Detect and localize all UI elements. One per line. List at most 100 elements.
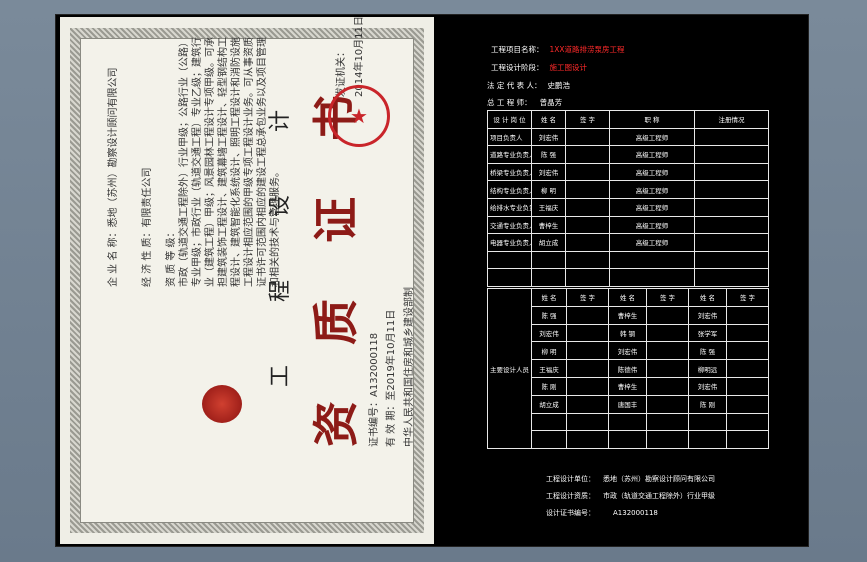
roles-empty-row	[487, 268, 769, 287]
staff-name: 刘宏伟	[688, 305, 727, 325]
signature-cell	[646, 323, 689, 343]
signature-cell	[566, 359, 609, 378]
empty-cell	[566, 430, 609, 450]
empty-cell	[609, 268, 695, 287]
roles-header-cell: 姓 名	[531, 110, 566, 129]
role-title: 高级工程师	[609, 233, 695, 252]
role-name: 陈 强	[531, 145, 566, 164]
roles-row: 交通专业负责人 曹梓生 高级工程师	[487, 215, 769, 235]
signature-cell	[566, 305, 609, 325]
roles-row: 道路专业负责人陈 强 高级工程师	[487, 145, 769, 164]
staff-header-cell: 姓 名	[688, 288, 727, 307]
roles-row: 给排水专业负责人王福庆 高级工程师	[487, 197, 769, 217]
staff-name: 柳明远	[688, 359, 727, 378]
cert-grade-label: 资 质 等 级：	[166, 227, 177, 287]
national-emblem-icon	[202, 385, 242, 423]
cert-valid: 有 效 期：至2019年10月11日	[386, 309, 397, 447]
role-role: 项目负责人	[487, 127, 532, 147]
official-seal: ★	[328, 85, 390, 147]
signature-cell	[726, 394, 769, 414]
staff-name: 曹梓生	[608, 376, 647, 396]
signature-cell	[726, 359, 769, 378]
role-role: 交通专业负责人	[487, 215, 532, 235]
signature-cell	[726, 305, 769, 325]
empty-cell	[694, 180, 769, 199]
empty-cell	[688, 430, 727, 450]
empty-cell	[726, 412, 769, 432]
empty-cell	[565, 180, 610, 199]
footer-unit: 工程设计单位： 悉地（苏州）勘察设计顾问有限公司	[546, 475, 715, 483]
role-title: 高级工程师	[609, 197, 695, 217]
empty-cell	[566, 412, 609, 432]
roles-header-cell: 设 计 岗 位	[487, 110, 532, 129]
signature-cell	[726, 323, 769, 343]
staff-header-row: 主要设计人员姓 名签 字姓 名签 字姓 名签 字	[487, 287, 769, 450]
staff-name: 刘宏伟	[688, 376, 727, 396]
empty-cell	[694, 145, 769, 164]
signature-cell	[646, 376, 689, 396]
staff-name: 柳 明	[531, 341, 567, 361]
roles-header-row: 设 计 岗 位姓 名签 字职 称注册情况	[487, 110, 769, 129]
staff-name: 王福庆	[531, 359, 567, 378]
staff-name: 陈 强	[531, 305, 567, 325]
staff-name: 曹梓生	[608, 305, 647, 325]
signature-cell	[726, 376, 769, 396]
chief-engineer: 总 工 程 师： 曾晶芳	[487, 98, 563, 107]
signature-cell	[566, 376, 609, 396]
role-name: 刘宏伟	[531, 162, 566, 182]
roles-header-cell: 职 称	[609, 110, 695, 129]
footer-grade: 工程设计资质： 市政（轨道交通工程除外）行业甲级	[546, 492, 715, 500]
empty-cell	[565, 197, 610, 217]
role-title: 高级工程师	[609, 180, 695, 199]
roles-header-cell: 签 字	[565, 110, 610, 129]
roles-header-cell: 注册情况	[694, 110, 769, 129]
staff-name: 刘宏伟	[531, 323, 567, 343]
role-title: 高级工程师	[609, 162, 695, 182]
empty-cell	[694, 162, 769, 182]
legal-representative: 法 定 代 表 人： 史鹏浩	[487, 81, 571, 90]
role-role: 桥梁专业负责人	[487, 162, 532, 182]
role-role: 道路专业负责人	[487, 145, 532, 164]
role-role: 给排水专业负责人	[487, 197, 532, 217]
roles-row: 结构专业负责人柳 明 高级工程师	[487, 180, 769, 199]
role-name: 胡立成	[531, 233, 566, 252]
signature-cell	[566, 394, 609, 414]
role-name: 刘宏伟	[531, 127, 566, 147]
empty-cell	[565, 215, 610, 235]
staff-header-cell: 签 字	[646, 288, 689, 307]
empty-cell	[608, 412, 647, 432]
cert-issuer: 中华人民共和国住房和城乡建设部制	[404, 287, 415, 447]
empty-cell	[726, 430, 769, 450]
footer-cert: 设计证书编号： A132000118	[546, 509, 658, 517]
cert-enterprise: 企 业 名 称：悉地（苏州）勘察设计顾问有限公司	[108, 67, 119, 287]
empty-cell	[646, 430, 689, 450]
empty-cell	[565, 233, 610, 252]
empty-cell	[531, 412, 567, 432]
empty-cell	[694, 233, 769, 252]
staff-label: 主要设计人员	[487, 287, 532, 450]
empty-cell	[565, 127, 610, 147]
staff-header-cell: 签 字	[566, 288, 609, 307]
roles-row: 电器专业负责人 胡立成 高级工程师	[487, 233, 769, 252]
role-name: 柳 明	[531, 180, 566, 199]
qualification-certificate: 工 程 设 计 资 质 证 书 证书编号：A132000118 有 效 期：至2…	[60, 16, 434, 544]
role-title: 高级工程师	[609, 127, 695, 147]
role-title: 高级工程师	[609, 145, 695, 164]
roles-row: 桥梁专业负责人 刘宏伟 高级工程师	[487, 162, 769, 182]
role-title: 高级工程师	[609, 215, 695, 235]
staff-name: 刘宏伟	[608, 341, 647, 361]
empty-cell	[531, 430, 567, 450]
signature-cell	[646, 359, 689, 378]
signature-cell	[646, 394, 689, 414]
role-name: 曹梓生	[531, 215, 566, 235]
roles-row: 项目负责人 刘宏伟 高级工程师	[487, 127, 769, 147]
staff-name: 唐国丰	[608, 394, 647, 414]
empty-cell	[609, 250, 695, 270]
empty-cell	[487, 250, 532, 270]
role-role: 电器专业负责人	[487, 233, 532, 252]
empty-cell	[565, 162, 610, 182]
empty-cell	[565, 250, 610, 270]
cert-nature: 经 济 性 质：有限责任公司	[142, 167, 153, 287]
staff-name: 陈 刚	[531, 376, 567, 396]
roles-table: 设 计 岗 位姓 名签 字职 称注册情况 项目负责人 刘宏伟 高级工程师 道路专业负责人…	[487, 110, 769, 287]
